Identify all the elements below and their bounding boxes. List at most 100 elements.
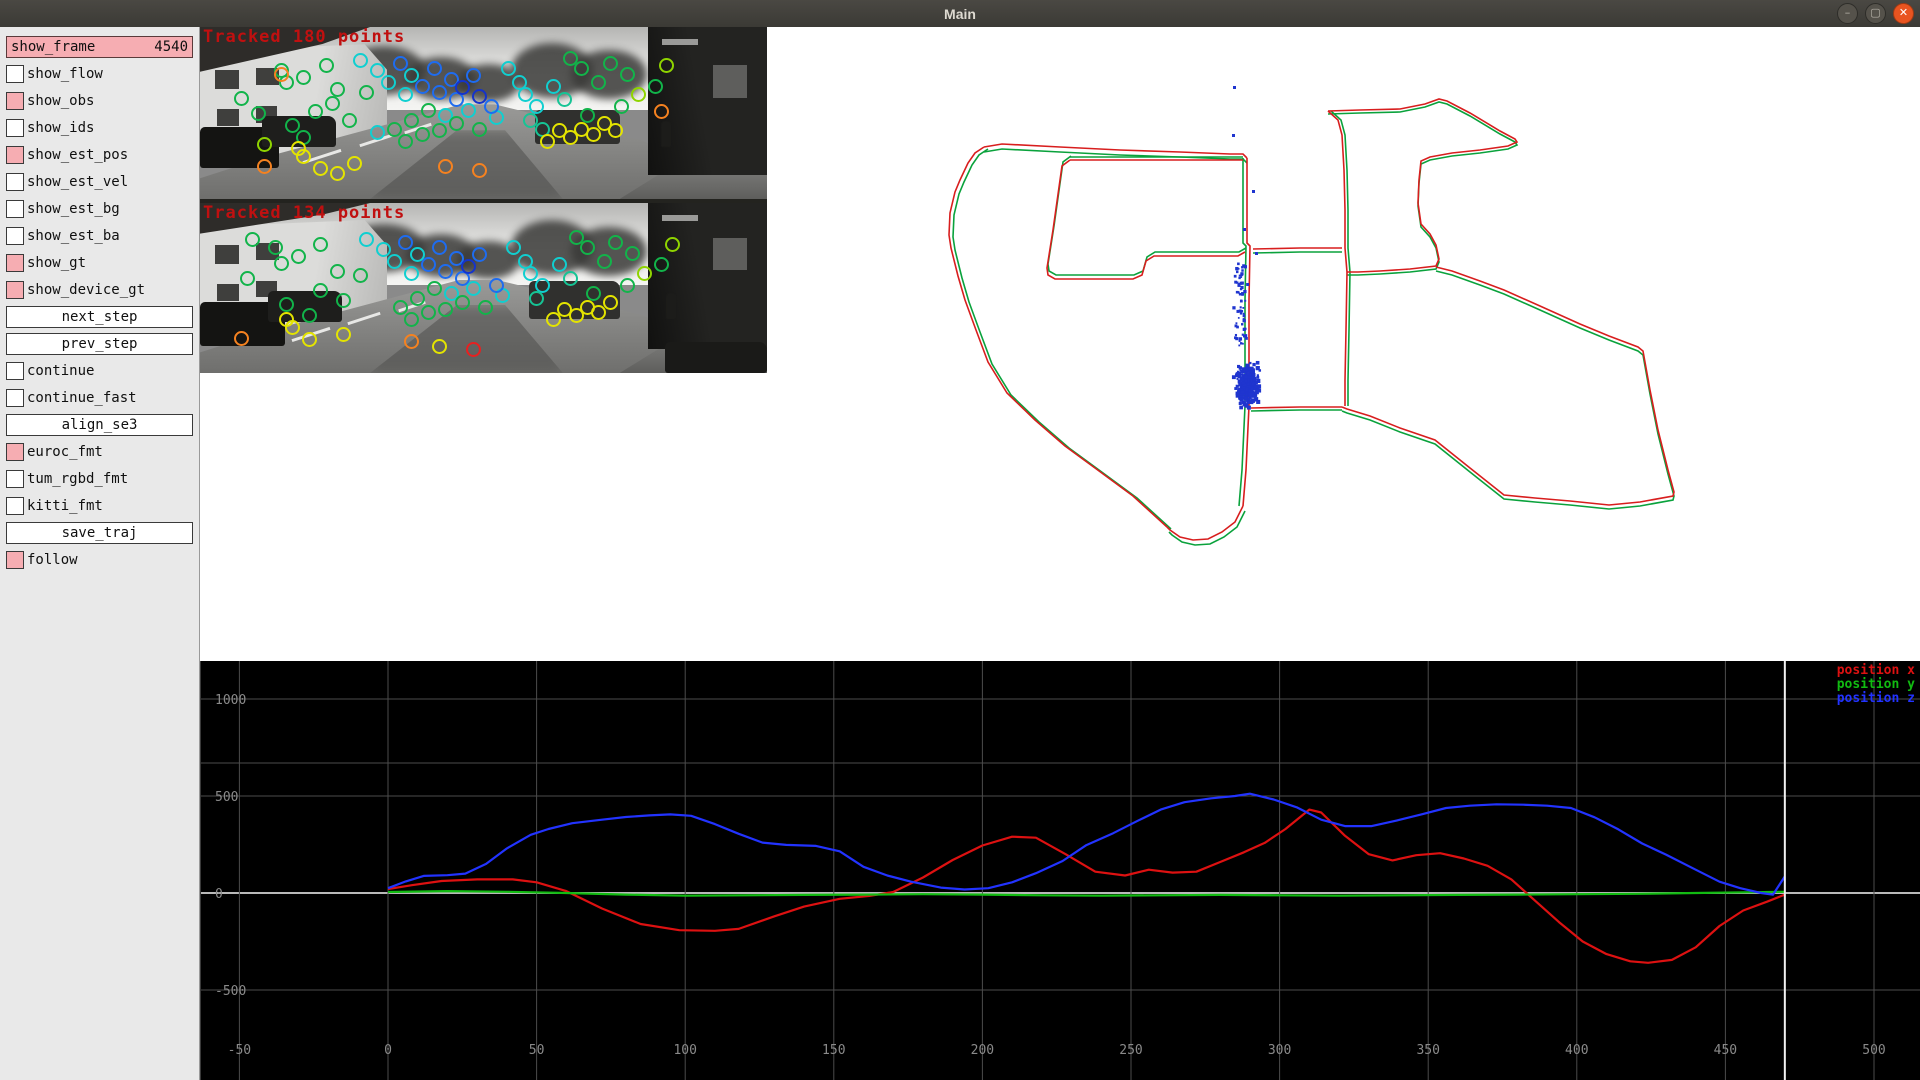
gt-path-outer-right-vertical — [1239, 158, 1246, 506]
show_ids-checkbox[interactable] — [6, 119, 24, 137]
slider-label: show_frame — [11, 39, 95, 55]
cyclist — [661, 121, 671, 147]
titlebar[interactable]: Main – ▢ ✕ — [0, 0, 1920, 28]
plot-canvas: 10005000-500-500501001502002503003504004… — [201, 661, 1920, 1080]
map-point — [1236, 291, 1239, 294]
checkbox-label: show_est_vel — [27, 174, 128, 190]
map-point — [1237, 388, 1241, 392]
feature-circle — [637, 266, 652, 281]
map-point — [1256, 388, 1258, 390]
axis-tick-label: 500 — [215, 790, 238, 805]
feature-circle — [603, 56, 618, 71]
checkbox-row-show_ids[interactable]: show_ids — [6, 117, 193, 139]
checkbox-row-tum_rgbd_fmt[interactable]: tum_rgbd_fmt — [6, 468, 193, 490]
gt-path-flag-loop — [1328, 102, 1517, 275]
main-window: Main – ▢ ✕ show_frame4540 show_flow show_o… — [0, 0, 1920, 1080]
building-right — [648, 27, 767, 175]
feature-circle — [540, 134, 555, 149]
continue_fast-checkbox[interactable] — [6, 389, 24, 407]
show_est_ba-checkbox[interactable] — [6, 227, 24, 245]
prev_step-button[interactable]: prev_step — [6, 333, 193, 355]
show_est_pos-checkbox[interactable] — [6, 146, 24, 164]
map-point — [1232, 375, 1236, 379]
map-point — [1236, 310, 1239, 313]
axis-tick-label: 250 — [1119, 1043, 1142, 1058]
gt-path-mid-cross — [1253, 252, 1342, 253]
show_device_gt-checkbox[interactable] — [6, 281, 24, 299]
est-path-right-vertical — [1328, 111, 1347, 406]
feature-circle — [529, 99, 544, 114]
tracked-points-label: Tracked 134 points — [203, 203, 405, 223]
feature-circle — [472, 163, 487, 178]
checkbox-label: kitti_fmt — [27, 498, 103, 514]
feature-circle — [586, 127, 601, 142]
kitti_fmt-checkbox[interactable] — [6, 497, 24, 515]
map-point — [1241, 293, 1244, 296]
map-point — [1240, 306, 1242, 308]
checkbox-row-show_est_ba[interactable]: show_est_ba — [6, 225, 193, 247]
feature-circle — [472, 122, 487, 137]
camera-view-0: Tracked 180 points — [200, 27, 767, 199]
checkbox-row-euroc_fmt[interactable]: euroc_fmt — [6, 441, 193, 463]
feature-circle — [597, 254, 612, 269]
align_se3-button[interactable]: align_se3 — [6, 414, 193, 436]
map-point — [1233, 86, 1236, 89]
feature-circle — [461, 103, 476, 118]
show_est_vel-checkbox[interactable] — [6, 173, 24, 191]
series-position-z — [388, 794, 1785, 895]
maximize-button[interactable]: ▢ — [1865, 3, 1886, 24]
save_traj-button[interactable]: save_traj — [6, 522, 193, 544]
trajectory-3d-view[interactable]: Tracked 180 points — [200, 27, 1920, 661]
checkbox-row-kitti_fmt[interactable]: kitti_fmt — [6, 495, 193, 517]
axis-tick-label: 350 — [1416, 1043, 1439, 1058]
feature-circle — [654, 257, 669, 272]
checkbox-row-follow[interactable]: follow — [6, 549, 193, 571]
show_flow-checkbox[interactable] — [6, 65, 24, 83]
euroc_fmt-checkbox[interactable] — [6, 443, 24, 461]
axis-tick-label: 50 — [529, 1043, 545, 1058]
close-button[interactable]: ✕ — [1893, 3, 1914, 24]
checkbox-row-show_flow[interactable]: show_flow — [6, 63, 193, 85]
map-point — [1241, 310, 1243, 312]
axis-tick-label: 0 — [215, 887, 223, 902]
map-point — [1247, 402, 1249, 404]
next_step-button[interactable]: next_step — [6, 306, 193, 328]
est-path-right-big-loop — [1342, 267, 1674, 505]
est-path-outer-right-vertical — [1243, 158, 1250, 506]
tum_rgbd_fmt-checkbox[interactable] — [6, 470, 24, 488]
est-path-inner-loop — [1047, 160, 1245, 279]
checkbox-row-continue_fast[interactable]: continue_fast — [6, 387, 193, 409]
map-point — [1252, 373, 1255, 376]
checkbox-row-show_est_pos[interactable]: show_est_pos — [6, 144, 193, 166]
feature-circle — [603, 295, 618, 310]
continue-checkbox[interactable] — [6, 362, 24, 380]
checkbox-row-show_gt[interactable]: show_gt — [6, 252, 193, 274]
checkbox-row-show_obs[interactable]: show_obs — [6, 90, 193, 112]
feature-circle — [342, 113, 357, 128]
feature-circle — [546, 79, 561, 94]
map-point — [1240, 378, 1243, 381]
var-slider-show_frame[interactable]: show_frame4540 — [6, 36, 193, 58]
checkbox-label: show_est_pos — [27, 147, 128, 163]
minimize-button[interactable]: – — [1837, 3, 1858, 24]
control-panel: show_frame4540show_flowshow_obsshow_idss… — [0, 27, 200, 1080]
show_obs-checkbox[interactable] — [6, 92, 24, 110]
checkbox-row-continue[interactable]: continue — [6, 360, 193, 382]
checkbox-row-show_device_gt[interactable]: show_device_gt — [6, 279, 193, 301]
show_est_bg-checkbox[interactable] — [6, 200, 24, 218]
gt-path-outer-left-diagonal — [953, 149, 1171, 529]
checkbox-label: show_flow — [27, 66, 103, 82]
map-point — [1237, 373, 1239, 375]
follow-checkbox[interactable] — [6, 551, 24, 569]
map-point — [1236, 271, 1238, 273]
show_gt-checkbox[interactable] — [6, 254, 24, 272]
est-path-outer-top — [984, 144, 1247, 158]
feature-circle — [404, 334, 419, 349]
feature-circle — [665, 237, 680, 252]
checkbox-row-show_est_bg[interactable]: show_est_bg — [6, 198, 193, 220]
checkbox-row-show_est_vel[interactable]: show_est_vel — [6, 171, 193, 193]
map-point — [1239, 337, 1242, 340]
axis-tick-label: 200 — [971, 1043, 994, 1058]
position-plot[interactable]: 10005000-500-500501001502002503003504004… — [200, 661, 1920, 1080]
map-point — [1243, 228, 1246, 231]
